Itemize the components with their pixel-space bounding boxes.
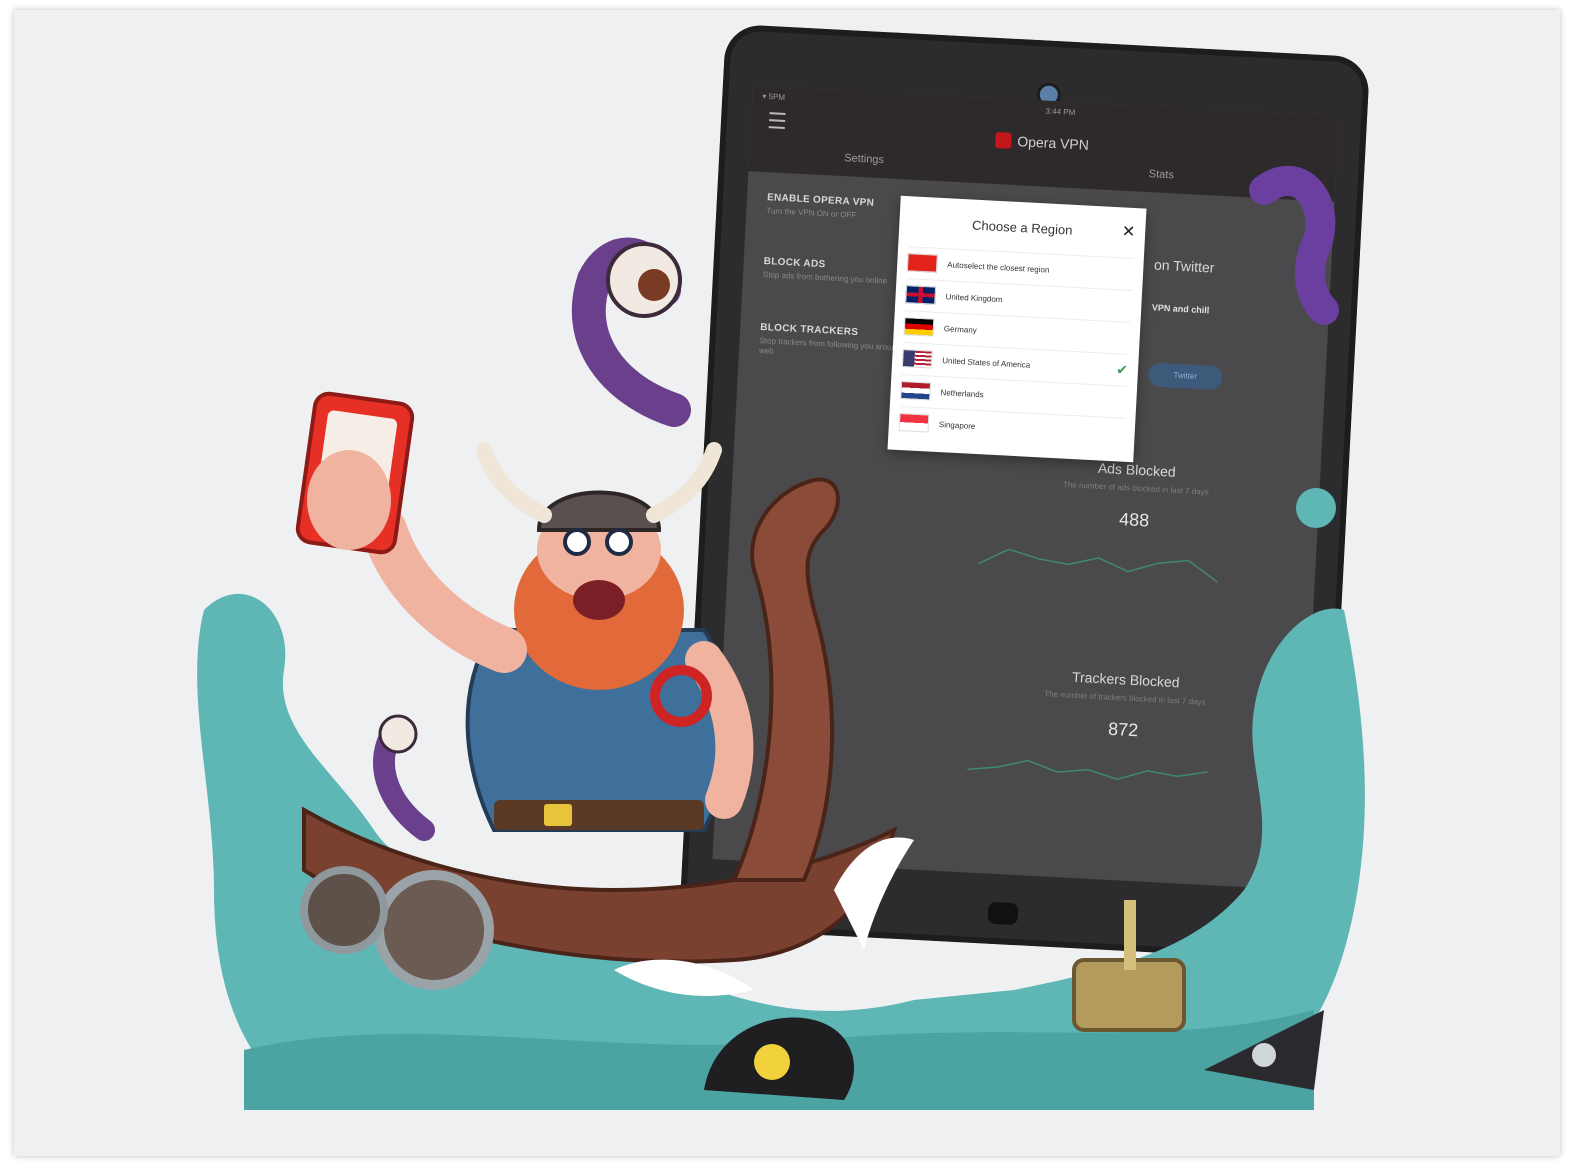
helmet-horn-left	[476, 442, 552, 523]
status-signal: ▾ 5PM	[762, 91, 786, 102]
germany-flag-icon	[903, 317, 935, 337]
lightning-icon	[906, 253, 938, 273]
shield-icon	[374, 870, 494, 990]
twitter-button[interactable]: Twitter	[1147, 362, 1223, 391]
tentacle-eye-left	[606, 242, 682, 318]
region-label: Singapore	[938, 419, 976, 431]
close-icon[interactable]: ✕	[1121, 221, 1135, 242]
tablet: ▾ 5PM 3:44 PM Opera VPN Settings Stats E…	[678, 23, 1371, 962]
tentacle-left	[571, 237, 691, 427]
pirate-flag-icon	[1204, 1010, 1324, 1090]
region-label: Netherlands	[940, 387, 984, 399]
region-label: United Kingdom	[945, 291, 1003, 304]
trackers-blocked-sparkline	[967, 759, 1208, 781]
promo-title: on Twitter	[1153, 256, 1215, 276]
tab-settings[interactable]: Settings	[844, 152, 884, 166]
region-label: Autoselect the closest region	[947, 259, 1050, 275]
usa-flag-icon	[901, 349, 933, 369]
menu-icon[interactable]	[768, 112, 786, 129]
barrel-icon	[1072, 958, 1186, 1032]
viking-hand	[307, 450, 391, 550]
tab-stats[interactable]: Stats	[1149, 168, 1175, 181]
promo-subtitle: VPN and chill	[1151, 302, 1210, 316]
ads-blocked-sparkline	[977, 548, 1219, 583]
status-time: 3:44 PM	[1045, 106, 1076, 118]
app-logo: Opera VPN	[994, 132, 1090, 153]
viking-belt	[494, 800, 704, 830]
viking-face	[537, 500, 661, 600]
region-label: Germany	[943, 323, 978, 335]
illustration-frame: ▾ 5PM 3:44 PM Opera VPN Settings Stats E…	[14, 10, 1560, 1156]
viking-helmet	[536, 490, 662, 532]
choose-region-dialog: Choose a Region ✕ Autoselect the closest…	[887, 195, 1147, 463]
check-icon: ✔	[1115, 360, 1129, 378]
viking-arm	[361, 507, 527, 673]
uk-flag-icon	[905, 285, 937, 305]
opera-vpn-logo-icon	[994, 132, 1012, 149]
phone-icon	[295, 391, 415, 555]
region-label: United States of America	[942, 355, 1031, 370]
dialog-title: Choose a Region	[971, 217, 1073, 238]
pirate-hat-icon	[704, 1017, 854, 1100]
netherlands-flag-icon	[900, 381, 932, 401]
belt-buckle-icon	[544, 804, 572, 826]
small-tentacle-eye	[378, 714, 418, 754]
viking-mouth	[573, 580, 625, 620]
skull-icon	[754, 1044, 790, 1080]
home-button[interactable]	[986, 901, 1018, 926]
app-logo-text: Opera VPN	[1016, 133, 1090, 153]
viking-beard	[514, 530, 684, 690]
singapore-flag-icon	[898, 412, 930, 433]
